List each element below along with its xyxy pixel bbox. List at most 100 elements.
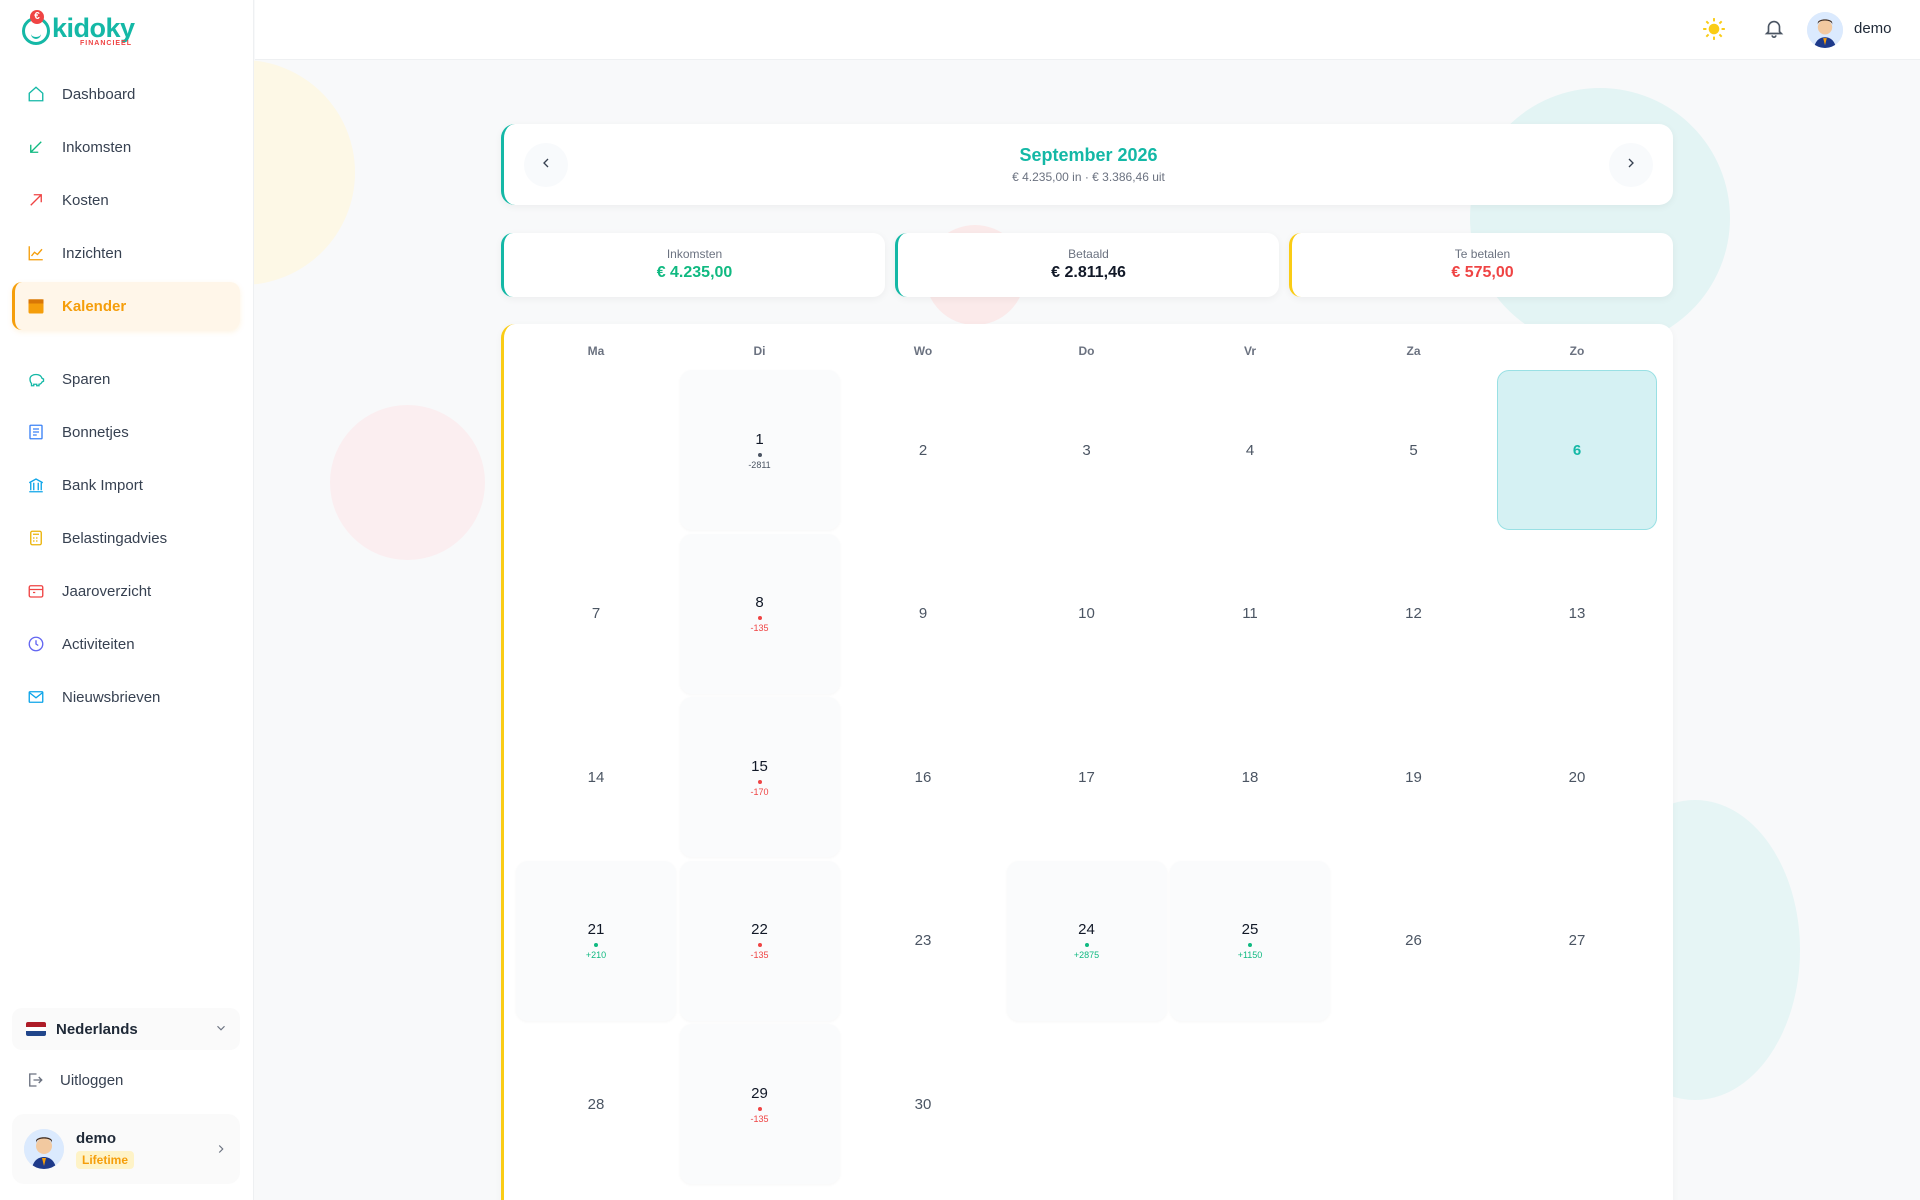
calendar-day-5[interactable]: 5 xyxy=(1334,370,1494,530)
summary-label: Betaald xyxy=(1068,247,1109,261)
sidebar-item-inkomsten[interactable]: Inkomsten xyxy=(12,123,240,171)
summary-card-betaald: Betaald € 2.811,46 xyxy=(895,233,1279,297)
day-number: 22 xyxy=(751,921,768,938)
calendar-day-25[interactable]: 25 +1150 xyxy=(1170,860,1330,1021)
mail-icon xyxy=(26,687,46,707)
event-amount: +2875 xyxy=(1073,950,1100,960)
calendar-grid: Ma Di Wo Do Vr Za Zo 1 -2811 2 3 4 5 6 7 8 -135 9 10 11 12 13… xyxy=(501,324,1673,1200)
sidebar-item-jaaroverzicht[interactable]: Jaaroverzicht xyxy=(12,567,240,615)
sidebar-item-bank-import[interactable]: Bank Import xyxy=(12,461,240,509)
sidebar-item-label: Jaaroverzicht xyxy=(62,582,152,600)
sidebar-item-bonnetjes[interactable]: Bonnetjes xyxy=(12,408,240,456)
calendar-day-24[interactable]: 24 +2875 xyxy=(1006,860,1167,1021)
event-dot xyxy=(594,943,598,947)
calendar-day-23[interactable]: 23 xyxy=(843,861,1003,1021)
event-dot xyxy=(1084,943,1089,947)
event-dot xyxy=(757,616,762,620)
event-dot xyxy=(1248,943,1252,947)
weekday-header: Za xyxy=(1406,344,1421,358)
day-number: 20 xyxy=(1568,768,1586,786)
day-number: 25 xyxy=(1241,921,1259,938)
logo-face-icon: € xyxy=(22,10,50,45)
calendar-day-12[interactable]: 12 xyxy=(1334,534,1494,694)
calendar-icon xyxy=(26,296,46,316)
brand-name: kidoky xyxy=(52,13,135,43)
dutch-flag-icon xyxy=(26,1022,46,1036)
calendar-day-22[interactable]: 22 -135 xyxy=(679,860,840,1021)
bell-icon[interactable] xyxy=(1763,17,1785,44)
calendar-day-29[interactable]: 29 -135 xyxy=(679,1024,840,1184)
decor-bubble xyxy=(330,405,485,560)
topbar-username[interactable]: demo xyxy=(1854,20,1892,37)
calendar-card-icon xyxy=(26,581,46,601)
chevron-down-icon xyxy=(214,1021,228,1039)
calendar-day-1[interactable]: 1 -2811 xyxy=(679,370,840,530)
user-name: demo xyxy=(76,1129,117,1147)
calendar-day-6[interactable]: 6 xyxy=(1497,370,1657,530)
event-amount: -2811 xyxy=(748,459,771,470)
avatar[interactable] xyxy=(1807,12,1843,48)
next-month-button[interactable] xyxy=(1609,143,1653,187)
calendar-day-11[interactable]: 11 xyxy=(1170,534,1330,694)
sidebar-item-sparen[interactable]: Sparen xyxy=(12,355,240,403)
event-amount: -135 xyxy=(750,1113,769,1124)
weekday-header: Zo xyxy=(1569,344,1585,358)
sidebar-item-kalender[interactable]: Kalender xyxy=(12,282,240,330)
sidebar-item-label: Kosten xyxy=(62,191,109,209)
calendar-day-27[interactable]: 27 xyxy=(1497,861,1657,1021)
event-dot xyxy=(757,1106,762,1111)
sidebar-item-belastingadvies[interactable]: Belastingadvies xyxy=(12,514,240,562)
calendar-day-20[interactable]: 20 xyxy=(1497,697,1657,857)
receipt-icon xyxy=(26,422,46,442)
sun-icon[interactable] xyxy=(1701,16,1727,47)
sidebar-item-label: Dashboard xyxy=(62,85,136,103)
calendar-day-8[interactable]: 8 -135 xyxy=(679,533,840,694)
day-number: 9 xyxy=(918,605,928,622)
calculator-icon xyxy=(26,528,46,548)
sidebar-item-inzichten[interactable]: Inzichten xyxy=(12,229,240,277)
bank-icon xyxy=(26,475,46,495)
calendar-day-28[interactable]: 28 xyxy=(516,1024,676,1184)
event-dot xyxy=(757,779,762,784)
brand-logo[interactable]: € kidoky FINANCIEEL xyxy=(22,8,135,54)
calendar-day-2[interactable]: 2 xyxy=(843,370,1003,530)
sidebar-item-label: Belastingadvies xyxy=(62,529,168,547)
event-amount: -135 xyxy=(750,950,769,960)
calendar-day-14[interactable]: 14 xyxy=(516,697,676,857)
user-card[interactable]: demo Lifetime xyxy=(12,1114,240,1184)
day-number: 24 xyxy=(1078,921,1095,938)
calendar-day-10[interactable]: 10 xyxy=(1007,534,1167,694)
sidebar-item-dashboard[interactable]: Dashboard xyxy=(12,70,240,118)
summary-card-te-betalen: Te betalen € 575,00 xyxy=(1289,233,1673,297)
calendar-day-15[interactable]: 15 -170 xyxy=(679,697,840,857)
day-number: 18 xyxy=(1241,768,1259,786)
event-amount: -135 xyxy=(750,623,769,633)
calendar-day-18[interactable]: 18 xyxy=(1170,697,1330,857)
language-select[interactable]: Nederlands xyxy=(12,1008,240,1050)
calendar-day-4[interactable]: 4 xyxy=(1170,370,1330,530)
sidebar-item-kosten[interactable]: Kosten xyxy=(12,176,240,224)
calendar-day-30[interactable]: 30 xyxy=(843,1024,1003,1184)
logout-button[interactable]: Uitloggen xyxy=(12,1060,240,1100)
day-number: 5 xyxy=(1409,441,1418,459)
day-number: 2 xyxy=(918,441,928,459)
sidebar-item-label: Activiteiten xyxy=(62,635,135,653)
day-number: 8 xyxy=(755,594,764,611)
summary-value: € 4.235,00 xyxy=(656,264,733,281)
summary-label: Te betalen xyxy=(1454,247,1511,261)
calendar-day-16[interactable]: 16 xyxy=(843,697,1003,857)
calendar-day-3[interactable]: 3 xyxy=(1007,370,1167,530)
sidebar-item-nieuwsbrieven[interactable]: Nieuwsbrieven xyxy=(12,673,240,721)
calendar-day-21[interactable]: 21 +210 xyxy=(516,860,676,1021)
calendar-day-7[interactable]: 7 xyxy=(516,534,676,694)
calendar-day-9[interactable]: 9 xyxy=(843,534,1003,694)
day-number: 3 xyxy=(1082,441,1091,459)
line-chart-icon xyxy=(26,243,46,263)
calendar-day-19[interactable]: 19 xyxy=(1334,697,1494,857)
calendar-day-26[interactable]: 26 xyxy=(1334,861,1494,1021)
calendar-day-13[interactable]: 13 xyxy=(1497,534,1657,694)
language-label: Nederlands xyxy=(56,1020,138,1038)
calendar-day-17[interactable]: 17 xyxy=(1007,697,1167,857)
sidebar-item-activiteiten[interactable]: Activiteiten xyxy=(12,620,240,668)
sidebar-item-label: Inkomsten xyxy=(62,138,132,156)
